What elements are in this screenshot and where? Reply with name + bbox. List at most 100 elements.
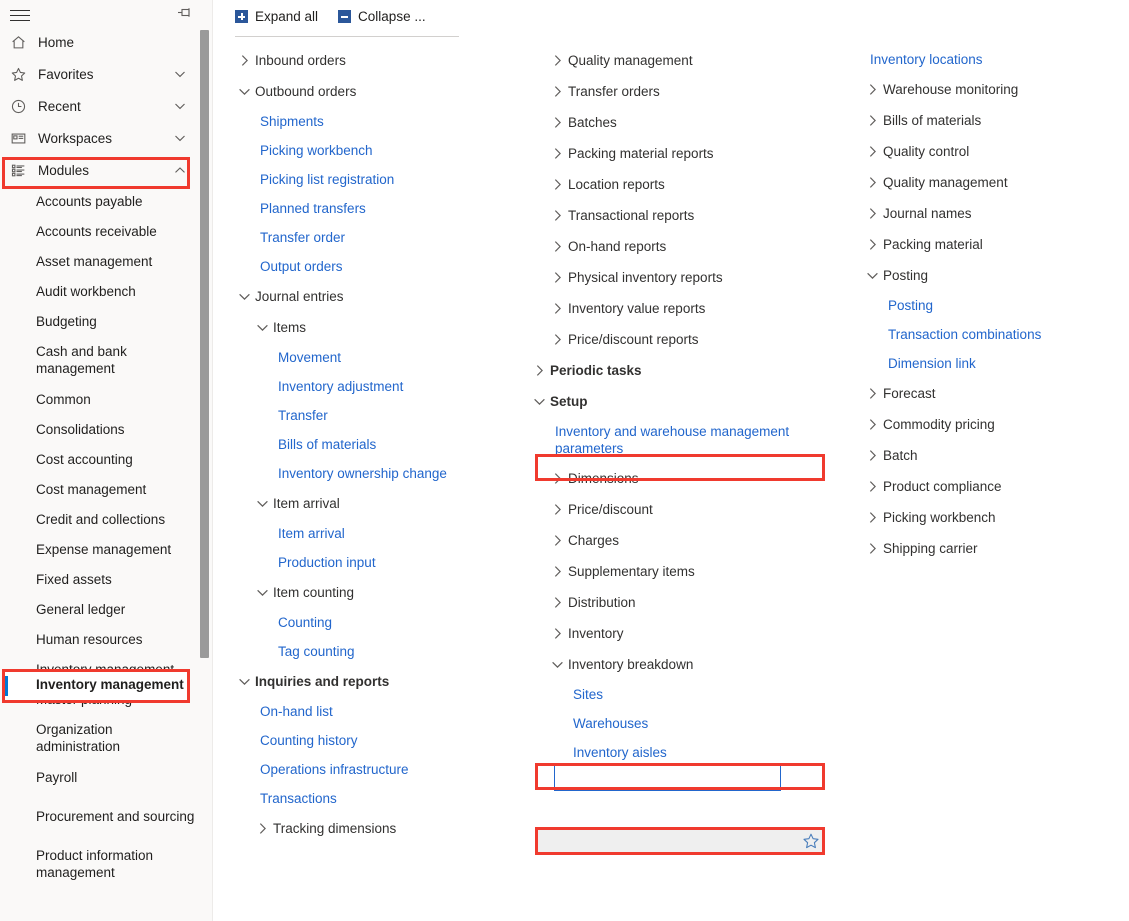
menu-group-warehouse-monitoring[interactable]: Warehouse monitoring: [845, 74, 1125, 105]
pin-icon[interactable]: [176, 5, 196, 23]
chevron-right-icon[interactable]: [548, 300, 566, 315]
chevron-right-icon[interactable]: [548, 532, 566, 547]
menu-link-operations-infrastructure[interactable]: Operations infrastructure: [235, 755, 497, 784]
chevron-right-icon[interactable]: [863, 112, 881, 127]
chevron-right-icon[interactable]: [548, 114, 566, 129]
menu-group-quality-control[interactable]: Quality control: [845, 136, 1125, 167]
sidebar-module-item[interactable]: Credit and collections: [0, 504, 212, 534]
chevron-down-icon[interactable]: [174, 68, 186, 80]
menu-link-transfer[interactable]: Transfer: [235, 401, 497, 430]
chevron-right-icon[interactable]: [548, 331, 566, 346]
menu-group-price-discount[interactable]: Price/discount: [530, 494, 830, 525]
menu-link-production-input[interactable]: Production input: [235, 548, 497, 577]
menu-link-movement[interactable]: Movement: [235, 343, 497, 372]
menu-link-output-orders[interactable]: Output orders: [235, 252, 497, 281]
sidebar-module-item[interactable]: Common: [0, 384, 212, 414]
sidebar-module-item[interactable]: Product information management: [0, 840, 212, 888]
sidebar-module-item[interactable]: Cost accounting: [0, 444, 212, 474]
chevron-right-icon[interactable]: [863, 174, 881, 189]
menu-group-distribution[interactable]: Distribution: [530, 587, 830, 618]
menu-link-shipments[interactable]: Shipments: [235, 107, 497, 136]
chevron-right-icon[interactable]: [863, 81, 881, 96]
menu-link-planned-transfers[interactable]: Planned transfers: [235, 194, 497, 223]
chevron-down-icon[interactable]: [530, 393, 548, 408]
chevron-down-icon[interactable]: [253, 319, 271, 334]
sidebar-nav-item-favorites[interactable]: Favorites: [0, 58, 212, 90]
menu-link-tag-counting[interactable]: Tag counting: [235, 637, 497, 666]
chevron-right-icon[interactable]: [530, 362, 548, 377]
menu-group-physical-inventory-reports[interactable]: Physical inventory reports: [530, 262, 830, 293]
expand-all-button[interactable]: Expand all: [235, 9, 318, 24]
sidebar-module-item[interactable]: Consolidations: [0, 414, 212, 444]
menu-link-inventory-adjustment[interactable]: Inventory adjustment: [235, 372, 497, 401]
chevron-right-icon[interactable]: [863, 416, 881, 431]
menu-group-journal-names[interactable]: Journal names: [845, 198, 1125, 229]
menu-group-inbound-orders[interactable]: Inbound orders: [235, 45, 497, 76]
menu-link-transactions[interactable]: Transactions: [235, 784, 497, 813]
menu-link-dimension-link[interactable]: Dimension link: [845, 349, 1125, 378]
menu-link-transaction-combinations[interactable]: Transaction combinations: [845, 320, 1125, 349]
chevron-down-icon[interactable]: [548, 656, 566, 671]
menu-link-picking-list-registration[interactable]: Picking list registration: [235, 165, 497, 194]
chevron-right-icon[interactable]: [863, 509, 881, 524]
collapse-all-button[interactable]: Collapse ...: [338, 9, 426, 24]
favorite-star-icon[interactable]: [802, 832, 820, 850]
menu-link-on-hand-list[interactable]: On-hand list: [235, 697, 497, 726]
chevron-right-icon[interactable]: [863, 447, 881, 462]
menu-group-packing-material-reports[interactable]: Packing material reports: [530, 138, 830, 169]
menu-group-price-discount-reports[interactable]: Price/discount reports: [530, 324, 830, 355]
sidebar-module-item[interactable]: General ledger: [0, 594, 212, 624]
sidebar-nav-item-workspaces[interactable]: Workspaces: [0, 122, 212, 154]
sidebar-module-item[interactable]: Fixed assets: [0, 564, 212, 594]
chevron-right-icon[interactable]: [863, 236, 881, 251]
menu-link-bills-of-materials[interactable]: Bills of materials: [235, 430, 497, 459]
menu-group-picking-workbench[interactable]: Picking workbench: [845, 502, 1125, 533]
chevron-down-icon[interactable]: [863, 267, 881, 282]
chevron-right-icon[interactable]: [548, 269, 566, 284]
menu-group-periodic-tasks[interactable]: Periodic tasks: [530, 355, 830, 386]
sidebar-module-item[interactable]: Cash and bank management: [0, 336, 212, 384]
sidebar-nav-item-modules[interactable]: Modules: [0, 154, 212, 186]
sidebar-nav-item-recent[interactable]: Recent: [0, 90, 212, 122]
menu-link-warehouses[interactable]: Warehouses: [530, 709, 830, 738]
sidebar-module-item[interactable]: Asset management: [0, 246, 212, 276]
sidebar-nav-item-home[interactable]: Home: [0, 26, 212, 58]
chevron-right-icon[interactable]: [548, 501, 566, 516]
menu-link-sites[interactable]: Sites: [530, 680, 830, 709]
chevron-right-icon[interactable]: [548, 563, 566, 578]
menu-link-posting[interactable]: Posting: [845, 291, 1125, 320]
sidebar-module-item[interactable]: Payroll: [0, 762, 212, 792]
menu-group-transactional-reports[interactable]: Transactional reports: [530, 200, 830, 231]
menu-group-quality-management[interactable]: Quality management: [530, 45, 830, 76]
menu-link-inventory-ownership-change[interactable]: Inventory ownership change: [235, 459, 497, 488]
chevron-up-icon[interactable]: [174, 164, 186, 176]
menu-link-counting[interactable]: Counting: [235, 608, 497, 637]
menu-group-quality-management[interactable]: Quality management: [845, 167, 1125, 198]
menu-group-items[interactable]: Items: [235, 312, 497, 343]
chevron-right-icon[interactable]: [548, 594, 566, 609]
menu-group-shipping-carrier[interactable]: Shipping carrier: [845, 533, 1125, 564]
menu-group-forecast[interactable]: Forecast: [845, 378, 1125, 409]
sidebar-module-item[interactable]: Organization administration: [0, 714, 212, 762]
sidebar-module-item[interactable]: Audit workbench: [0, 276, 212, 306]
menu-link-transfer-order[interactable]: Transfer order: [235, 223, 497, 252]
chevron-right-icon[interactable]: [548, 52, 566, 67]
sidebar-module-item[interactable]: Accounts receivable: [0, 216, 212, 246]
chevron-down-icon[interactable]: [235, 673, 253, 688]
sidebar-module-item[interactable]: Accounts payable: [0, 186, 212, 216]
menu-group-outbound-orders[interactable]: Outbound orders: [235, 76, 497, 107]
chevron-right-icon[interactable]: [863, 205, 881, 220]
menu-group-inventory[interactable]: Inventory: [530, 618, 830, 649]
menu-group-item-counting[interactable]: Item counting: [235, 577, 497, 608]
menu-group-location-reports[interactable]: Location reports: [530, 169, 830, 200]
menu-group-item-arrival[interactable]: Item arrival: [235, 488, 497, 519]
sidebar-scrollbar-thumb[interactable]: [200, 30, 209, 658]
navigation-menu-icon[interactable]: [8, 6, 32, 24]
chevron-right-icon[interactable]: [548, 238, 566, 253]
selected-module-label[interactable]: Inventory management: [36, 677, 184, 692]
chevron-right-icon[interactable]: [548, 83, 566, 98]
sidebar-module-item[interactable]: Expense management: [0, 534, 212, 564]
menu-group-transfer-orders[interactable]: Transfer orders: [530, 76, 830, 107]
menu-group-bills-of-materials[interactable]: Bills of materials: [845, 105, 1125, 136]
menu-group-tracking-dimensions[interactable]: Tracking dimensions: [235, 813, 497, 844]
